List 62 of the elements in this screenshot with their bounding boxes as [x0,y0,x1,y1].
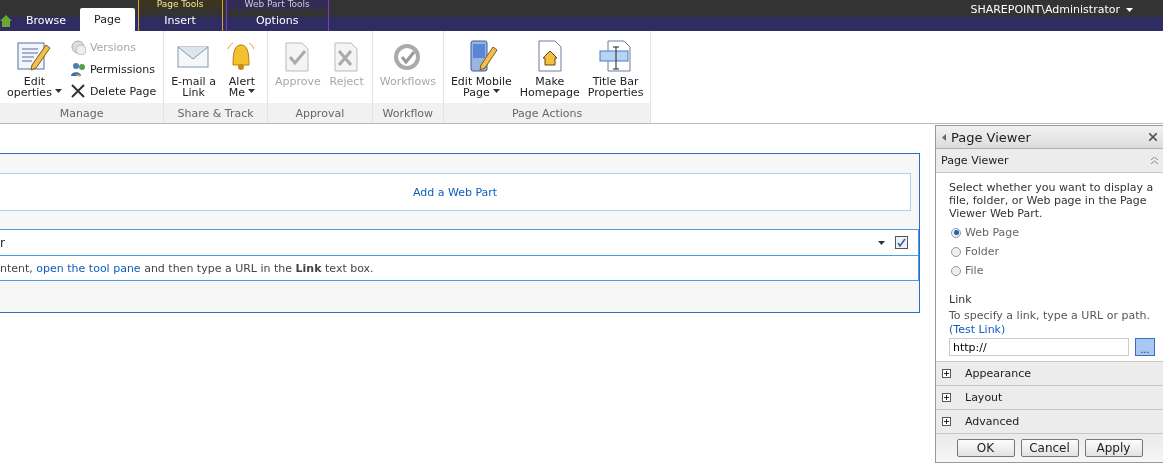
ribbon-tab[interactable]: Options [226,9,328,31]
ribbon-tab[interactable]: Browse [12,9,81,31]
expand-icon [942,369,951,378]
caret-icon [54,89,62,93]
add-web-part-link[interactable]: Add a Web Part [0,173,911,211]
group-label: Manage [0,103,164,123]
collapse-arrow-icon [942,133,946,141]
test-link[interactable]: (Test Link) [949,323,1006,336]
pane-title: Page Viewer [951,129,1031,145]
context-group-label: Web Part Tools [226,0,328,9]
expand-icon [942,393,951,402]
group-label: Workflow [372,103,443,123]
checkbox[interactable] [895,236,908,249]
browse-button[interactable]: ... [1135,338,1155,356]
section-header[interactable]: Advanced [936,409,1163,434]
instruction-text: ntent, open the tool pane and then type a URL in the Link text box. [0,261,374,275]
group-label: Page Actions [443,103,651,123]
section-header[interactable]: Page Viewer [936,149,1163,173]
tool-pane-link[interactable]: open the tool pane [36,261,141,275]
web-part-title: r [0,235,6,250]
description-text: Select whether you want to display a file, folder, or Web page in the Page Viewer Web Part. [949,181,1155,220]
radio-button[interactable] [951,265,961,276]
ribbon-button[interactable]: Delete Page [66,81,160,101]
ribbon-tab[interactable]: Page [80,8,135,31]
section-header[interactable]: Appearance [936,361,1163,386]
close-icon[interactable] [1149,133,1157,141]
radio-button[interactable] [951,227,961,238]
expand-icon [942,417,951,426]
caret-icon [1126,7,1133,12]
group-label: Share & Track [164,103,267,123]
caret-icon [878,240,885,245]
help-text: To specify a link, type a URL or path. (Test Link) [949,309,1151,337]
ribbon-button[interactable]: Permissions [66,59,160,79]
ribbon-button[interactable]: Make Homepage [516,35,583,103]
user-menu[interactable]: SHAREPOINT\Administrator [970,0,1163,16]
ribbon-button[interactable]: Edit operties [4,35,65,103]
radio-button[interactable] [951,246,961,257]
ribbon-button[interactable]: Alert Me [220,35,263,103]
versions-icon [69,39,86,55]
edit-properties-icon [16,39,53,73]
title-bar-icon [597,39,634,73]
pane-button[interactable]: Cancel [1020,439,1079,457]
ribbon-button[interactable]: Edit Mobile Page [447,35,515,103]
radio-option[interactable]: File [951,264,1157,277]
delete-icon [69,83,86,99]
context-group-label: Page Tools [138,0,222,9]
radio-option[interactable]: Web Page [951,226,1157,239]
people-icon [69,61,86,77]
field-label: Link [949,293,973,306]
radio-option[interactable]: Folder [951,245,1157,258]
pane-button[interactable]: Apply [1084,439,1143,457]
group-label: Approval [267,103,372,123]
caret-icon [248,89,255,93]
collapse-icon [1151,157,1158,164]
caret-icon [492,89,500,93]
ribbon-tab[interactable]: Insert [138,9,222,31]
ribbon-button[interactable]: Title Bar Properties [584,35,647,103]
pane-button[interactable]: OK [956,439,1015,457]
section-header[interactable]: Layout [936,385,1163,410]
house-icon [0,13,12,28]
ribbon-button[interactable]: E-mail a Link [168,35,219,103]
url-input-field[interactable]: http:// [949,338,1129,356]
